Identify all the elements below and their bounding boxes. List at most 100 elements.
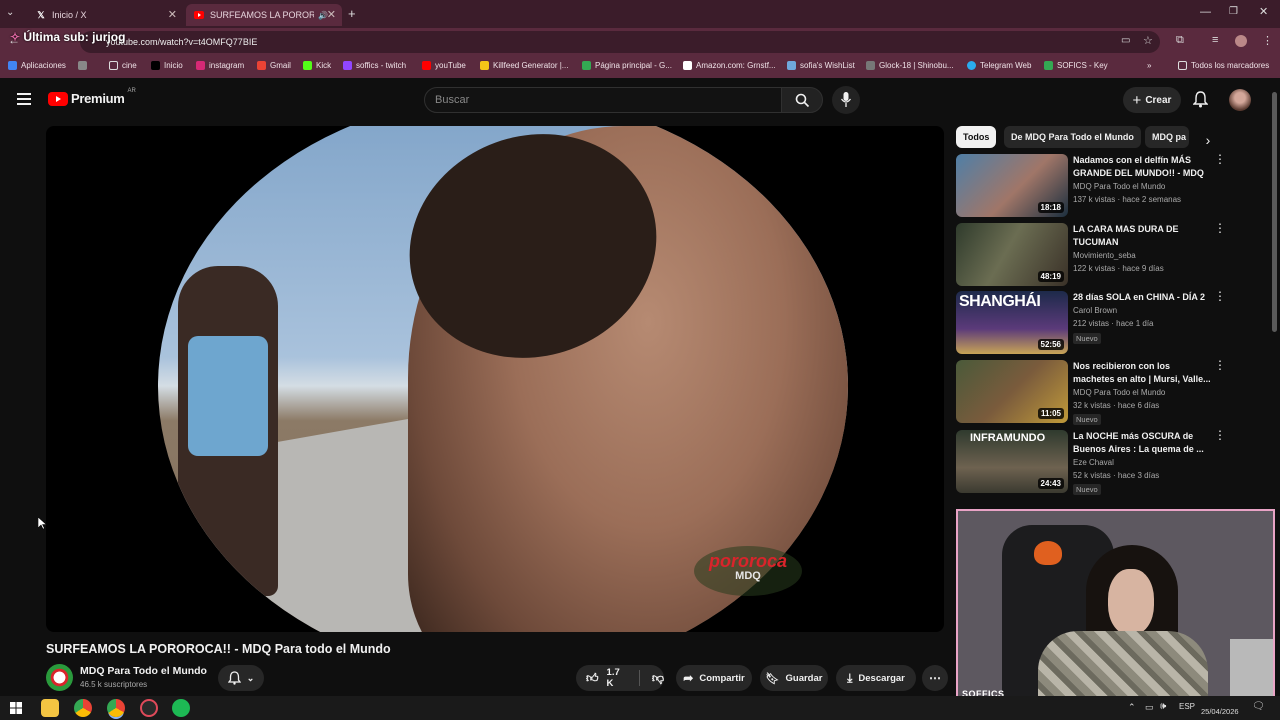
address-bar[interactable]: youtube.com/watch?v=t4OMFQ77BIE: [80, 31, 1160, 53]
recommendation-item[interactable]: INFRAMUNDO 24:43 La NOCHE más OSCURA de …: [956, 429, 1226, 496]
create-button[interactable]: + Crear: [1123, 87, 1181, 113]
notifications-bell-icon[interactable]: [1193, 91, 1208, 108]
language-indicator[interactable]: ESP: [1179, 702, 1195, 711]
grid-icon[interactable]: [78, 61, 91, 70]
voice-search-button[interactable]: [832, 86, 860, 114]
close-tab-icon[interactable]: ✕: [168, 8, 177, 21]
recommendation-item[interactable]: 11:05 Nos recibieron con los machetes en…: [956, 359, 1226, 426]
bookmark-gmail[interactable]: Gmail: [257, 61, 291, 70]
more-options-icon[interactable]: ⋮: [1214, 359, 1226, 371]
network-icon[interactable]: ▭: [1145, 702, 1154, 713]
webcam-overlay: SOFFICS: [956, 509, 1275, 701]
download-button[interactable]: ⤓ Descargar: [836, 665, 916, 691]
bookmark-cine[interactable]: cine: [109, 61, 137, 70]
video-thumbnail[interactable]: INFRAMUNDO 24:43: [956, 430, 1068, 493]
like-count[interactable]: 1.7 K: [607, 667, 625, 689]
bookmark-killfeed[interactable]: Killfeed Generator |...: [480, 61, 568, 70]
sparkle-icon: ✧: [10, 30, 21, 44]
cast-icon[interactable]: ▭: [1121, 35, 1130, 46]
media-controls-icon[interactable]: ≡: [1212, 34, 1218, 46]
bookmark-instagram[interactable]: instagram: [196, 61, 244, 70]
save-button[interactable]: 🔖︎ Guardar: [760, 665, 828, 691]
windows-start-icon[interactable]: [10, 702, 22, 714]
bookmark-twitch[interactable]: soffics - twitch: [343, 61, 406, 70]
chrome-icon[interactable]: [74, 699, 92, 717]
chips-next-chevron-icon[interactable]: ›: [1194, 126, 1222, 154]
more-options-icon[interactable]: ⋮: [1214, 290, 1226, 302]
volume-icon[interactable]: 🕪: [1160, 701, 1166, 712]
youtube-logo-icon: [48, 91, 68, 106]
video-thumbnail[interactable]: SHANGHÁI 52:56: [956, 291, 1068, 354]
video-thumbnail[interactable]: 48:19: [956, 223, 1068, 286]
like-button[interactable]: 👍︎: [586, 671, 599, 686]
bookmark-wishlist[interactable]: sofia's WishList: [787, 61, 855, 70]
bookmark-pagina-principal[interactable]: Página principal - G...: [582, 61, 672, 70]
system-date[interactable]: 25/04/2026: [1201, 707, 1239, 716]
bookmark-kick[interactable]: Kick: [303, 61, 331, 70]
bookmark-telegram[interactable]: Telegram Web: [967, 61, 1031, 70]
channel-name[interactable]: MDQ Para Todo el Mundo: [80, 665, 207, 677]
bookmark-aplicaciones[interactable]: Aplicaciones: [8, 61, 66, 70]
browser-toolbar: ← youtube.com/watch?v=t4OMFQ77BIE ▭ ☆ ⧉ …: [0, 28, 1280, 56]
tab-search-icon[interactable]: ⌄: [6, 7, 14, 18]
close-tab-icon[interactable]: ✕: [327, 8, 336, 21]
bookmarks-bar: Aplicaciones cine Inicio instagram Gmail…: [0, 56, 1280, 78]
profile-avatar-icon[interactable]: [1235, 35, 1247, 47]
more-options-icon[interactable]: ⋮: [1214, 153, 1226, 165]
youtube-premium-logo[interactable]: Premium AR: [48, 88, 136, 106]
bookmark-youtube[interactable]: youTube: [422, 61, 466, 70]
video-title: SURFEAMOS LA POROROCA!! - MDQ Para todo …: [46, 642, 391, 656]
menu-kebab-icon[interactable]: ⋮: [1262, 34, 1273, 47]
bookmark-sofics-key[interactable]: SOFICS - Key: [1044, 61, 1108, 70]
chip-all[interactable]: Todos: [956, 126, 997, 148]
file-explorer-icon[interactable]: [41, 699, 59, 717]
bookmark-icon: 🔖︎: [765, 672, 780, 685]
chrome-active-icon[interactable]: [107, 699, 125, 717]
video-thumbnail[interactable]: 11:05: [956, 360, 1068, 423]
recommendation-item[interactable]: 48:19 LA CARA MAS DURA DE TUCUMAN Movimi…: [956, 222, 1226, 289]
extensions-icon[interactable]: ⧉: [1176, 34, 1184, 47]
url-text: youtube.com/watch?v=t4OMFQ77BIE: [106, 37, 258, 47]
search-button[interactable]: [781, 87, 823, 113]
chip-related[interactable]: MDQ pa: [1145, 126, 1189, 148]
search-input[interactable]: Buscar: [424, 87, 782, 113]
subscription-bell-button[interactable]: ⌄: [218, 665, 264, 691]
user-avatar[interactable]: [1229, 89, 1251, 111]
bookmark-all[interactable]: Todos los marcadores: [1178, 61, 1269, 70]
subscriber-count: 46.5 k suscriptores: [80, 680, 148, 689]
youtube-logo-icon: [194, 10, 204, 20]
bookmark-star-icon[interactable]: ☆: [1143, 34, 1153, 47]
more-horizontal-icon: ⋯: [929, 671, 941, 685]
recommendation-item[interactable]: 18:18 Nadamos con el delfín MÁS GRANDE D…: [956, 153, 1226, 220]
tab-youtube-video[interactable]: SURFEAMOS LA POROROCA 🔊 ✕: [186, 4, 342, 26]
channel-avatar[interactable]: [46, 664, 73, 691]
chip-from-channel[interactable]: De MDQ Para Todo el Mundo: [1004, 126, 1141, 148]
tab-x-inicio[interactable]: 𝕏 Inicio / X ✕: [28, 4, 183, 26]
video-player[interactable]: pororoca MDQ: [46, 126, 944, 632]
hamburger-menu-icon[interactable]: [17, 93, 31, 105]
scrollbar-thumb[interactable]: [1272, 92, 1277, 332]
new-badge: Nuevo: [1073, 484, 1101, 495]
like-dislike-group: 👍︎ 1.7 K 👎︎: [576, 665, 664, 691]
tray-chevron-icon[interactable]: ⌃: [1128, 702, 1136, 713]
bookmark-amazon[interactable]: Amazon.com: Grnstf...: [683, 61, 776, 70]
restore-icon[interactable]: ❐: [1229, 6, 1238, 17]
more-actions-button[interactable]: ⋯: [922, 665, 948, 691]
obs-icon[interactable]: [140, 699, 158, 717]
video-thumbnail[interactable]: 18:18: [956, 154, 1068, 217]
recommendation-item[interactable]: SHANGHÁI 52:56 28 días SOLA en CHINA - D…: [956, 290, 1226, 357]
bookmark-inicio[interactable]: Inicio: [151, 61, 183, 70]
pororoca-watermark: pororoca MDQ: [694, 546, 802, 596]
bookmark-glock[interactable]: Glock-18 | Shinobu...: [866, 61, 954, 70]
share-button[interactable]: ➦ Compartir: [676, 665, 752, 691]
more-options-icon[interactable]: ⋮: [1214, 429, 1226, 441]
more-options-icon[interactable]: ⋮: [1214, 222, 1226, 234]
more-bookmarks-icon[interactable]: »: [1147, 61, 1151, 70]
dislike-button[interactable]: 👎︎: [652, 671, 664, 686]
new-tab-icon[interactable]: +: [348, 6, 356, 21]
spotify-icon[interactable]: [172, 699, 190, 717]
minimize-icon[interactable]: —: [1200, 6, 1211, 18]
close-window-icon[interactable]: ✕: [1259, 5, 1268, 18]
notification-center-icon[interactable]: 🗨: [1252, 701, 1265, 712]
background-monitor: [1230, 639, 1273, 699]
